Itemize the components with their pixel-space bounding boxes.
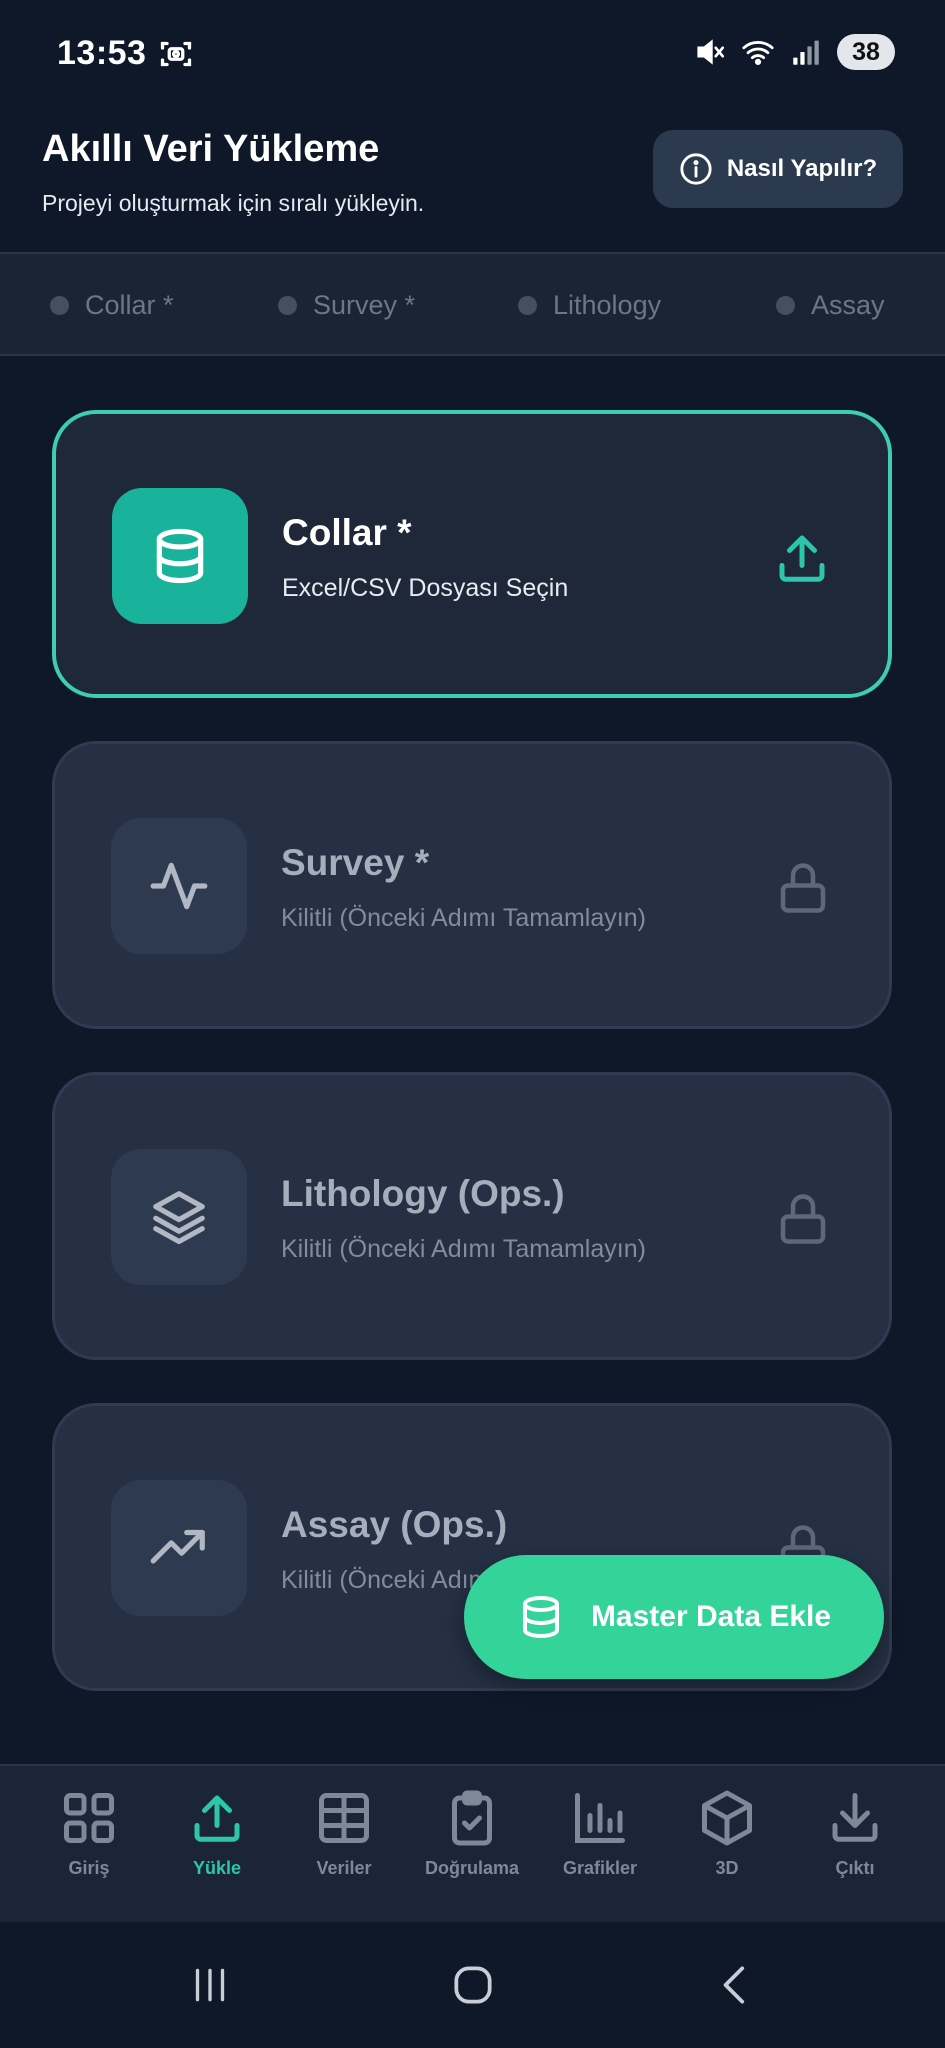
screenshot-icon [160, 41, 192, 67]
nav-item-giris[interactable]: Giriş [25, 1788, 153, 1879]
nav-item-grafikler[interactable]: Grafikler [536, 1788, 664, 1879]
card-title: Collar * [282, 512, 412, 553]
nav-item-yukle[interactable]: Yükle [153, 1788, 281, 1879]
card-title: Survey * [281, 842, 430, 883]
table-icon [319, 1793, 369, 1843]
nav-label: Grafikler [562, 1858, 638, 1878]
card-icon-box [111, 1149, 247, 1285]
status-time: 13:53 [57, 34, 147, 72]
nav-label: 3D [715, 1858, 739, 1878]
nav-label: Veriler [316, 1858, 372, 1878]
signal-icon [793, 40, 819, 65]
grid-icon [64, 1793, 114, 1843]
back-button[interactable] [706, 1960, 766, 2010]
step-dot [50, 296, 69, 315]
card-description: Excel/CSV Dosyası Seçin [282, 574, 569, 602]
nav-label: Doğrulama [424, 1858, 520, 1878]
nav-label: Yükle [192, 1858, 242, 1878]
card-icon-box [112, 488, 248, 624]
database-icon [156, 528, 204, 584]
card-title: Assay (Ops.) [281, 1504, 508, 1545]
upload-card-collar[interactable]: Collar * Excel/CSV Dosyası Seçin [52, 410, 892, 698]
step-label: Assay [811, 290, 885, 320]
how-to-button[interactable]: Nasıl Yapılır? [653, 130, 903, 208]
home-icon [454, 1966, 492, 2004]
upload-icon[interactable] [772, 528, 832, 588]
step-label: Survey * [313, 290, 416, 320]
step-label: Collar * [85, 290, 174, 320]
step-survey: Survey * [278, 290, 415, 321]
bar-chart-icon [575, 1793, 625, 1843]
back-icon [723, 1966, 745, 2004]
cube-icon [702, 1790, 752, 1846]
nav-label: Çıktı [835, 1858, 875, 1878]
status-right: 38 [693, 34, 895, 70]
layers-icon [153, 1191, 205, 1245]
card-icon-box [111, 818, 247, 954]
step-lithology: Lithology [518, 290, 661, 321]
nav-item-veriler[interactable]: Veriler [280, 1788, 408, 1879]
how-to-label: Nasıl Yapılır? [726, 155, 878, 182]
lock-icon [780, 1194, 826, 1244]
info-icon [680, 153, 712, 185]
app-screen: 13:53 38 Akıllı Veri Yükleme Projeyi olu… [0, 0, 945, 2048]
nav-item-3d[interactable]: 3D [663, 1788, 791, 1879]
step-dot [518, 296, 537, 315]
recent-apps-button[interactable] [180, 1960, 240, 2010]
trending-up-icon [150, 1529, 205, 1564]
card-icon-box [111, 1480, 247, 1616]
home-button[interactable] [443, 1960, 503, 2010]
recent-apps-icon [195, 1968, 225, 2002]
step-assay: Assay [776, 290, 885, 321]
upload-card-lithology[interactable]: Lithology (Ops.) Kilitli (Önceki Adımı T… [52, 1072, 892, 1360]
clipboard-check-icon [452, 1790, 492, 1846]
nav-label: Giriş [68, 1858, 110, 1878]
lock-icon [780, 863, 826, 913]
status-bar: 13:53 38 [0, 0, 945, 110]
battery-indicator: 38 [837, 34, 895, 70]
page-subtitle: Projeyi oluşturmak için sıralı yükleyin. [42, 190, 425, 216]
upload-icon [194, 1795, 240, 1842]
step-progress-strip: Collar * Survey * Lithology Assay [0, 252, 945, 356]
step-collar: Collar * [50, 290, 174, 321]
download-icon [832, 1793, 878, 1842]
card-description: Kilitli (Önceki Adımı Tamamlayın) [281, 1235, 646, 1263]
database-icon [522, 1596, 559, 1639]
card-title: Lithology (Ops.) [281, 1173, 565, 1214]
nav-item-cikti[interactable]: Çıktı [791, 1788, 919, 1879]
nav-item-dogrulama[interactable]: Doğrulama [408, 1788, 536, 1879]
mute-icon [697, 39, 725, 65]
activity-icon [150, 862, 208, 910]
fab-label: Master Data Ekle [590, 1600, 832, 1633]
step-dot [776, 296, 795, 315]
step-dot [278, 296, 297, 315]
card-description: Kilitli (Önceki Adımı Tamamlayın) [281, 904, 646, 932]
master-data-add-button[interactable]: Master Data Ekle [464, 1555, 884, 1679]
bottom-navigation: Giriş Yükle Veriler Doğrulama Grafikler … [0, 1764, 945, 1922]
upload-card-survey[interactable]: Survey * Kilitli (Önceki Adımı Tamamlayı… [52, 741, 892, 1029]
system-navigation-bar [0, 1922, 945, 2048]
wifi-icon [742, 41, 774, 66]
step-label: Lithology [553, 290, 662, 320]
page-title: Akıllı Veri Yükleme [42, 128, 380, 170]
